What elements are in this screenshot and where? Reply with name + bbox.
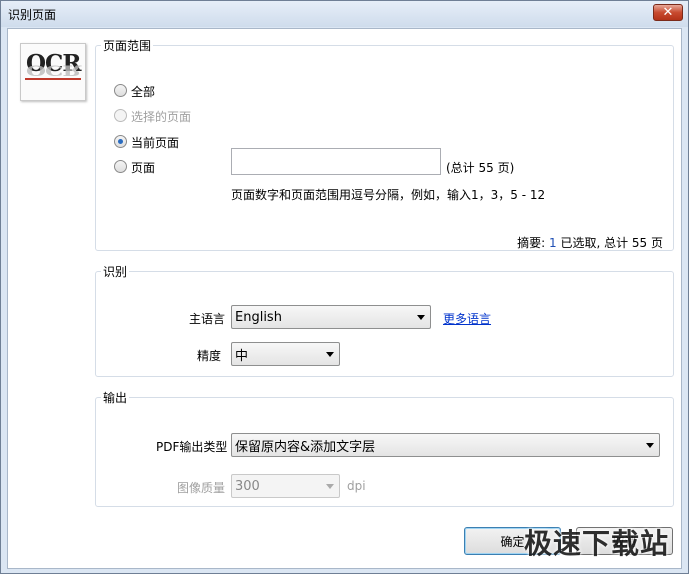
radio-pages[interactable]: [114, 160, 127, 173]
output-group: 输出 PDF输出类型 保留原内容&添加文字层 图像质量 300 dpi: [95, 389, 674, 507]
summary-rest: 已选取, 总计 55 页: [560, 236, 663, 250]
radio-pages-label[interactable]: 页面: [131, 159, 155, 176]
radio-all-label[interactable]: 全部: [131, 83, 155, 100]
precision-select[interactable]: 中: [231, 342, 340, 366]
precision-select-value: 中: [235, 348, 249, 364]
ok-button-label: 确定: [500, 534, 525, 549]
radio-selected-pages-label[interactable]: 选择的页面: [131, 108, 191, 125]
radio-all[interactable]: [114, 84, 127, 97]
ocr-logo-scanline: [25, 78, 81, 80]
image-quality-select-value: 300: [235, 478, 260, 494]
recognition-group: 识别 主语言 English 更多语言 精度 中: [95, 263, 674, 377]
chevron-down-icon: [417, 315, 425, 320]
dialog-client-area: OCR OCR 页面范围 全部 选择的页面 当前页面 页面 (总计 55 页) …: [7, 28, 682, 569]
page-range-group: 页面范围 全部 选择的页面 当前页面 页面 (总计 55 页) 页面数字和页面范…: [95, 37, 674, 251]
chevron-down-icon: [326, 352, 334, 357]
chevron-down-icon: [326, 484, 334, 489]
language-select[interactable]: English: [231, 305, 431, 329]
window-title: 识别页面: [8, 8, 57, 22]
pages-input[interactable]: [231, 148, 441, 175]
more-languages-link[interactable]: 更多语言: [443, 310, 491, 327]
image-quality-select[interactable]: 300: [231, 474, 340, 498]
summary-count: 1: [549, 236, 557, 250]
pdf-type-label: PDF输出类型: [156, 440, 228, 454]
image-quality-label: 图像质量: [177, 481, 226, 495]
page-range-legend: 页面范围: [103, 39, 152, 53]
language-select-value: English: [235, 309, 282, 325]
summary-text: 摘要: 1 已选取, 总计 55 页: [517, 234, 663, 251]
radio-current-page-label[interactable]: 当前页面: [131, 134, 179, 151]
pdf-type-select[interactable]: 保留原内容&添加文字层: [231, 433, 660, 457]
total-pages-text: (总计 55 页): [446, 161, 515, 175]
dialog-window: 识别页面 ✕ OCR OCR 页面范围 全部 选择的页面 当前页面 页面 (总计…: [0, 0, 689, 574]
summary-label: 摘要:: [517, 236, 546, 250]
ocr-logo-reflection: OCR: [26, 61, 81, 78]
title-bar[interactable]: 识别页面 ✕: [1, 1, 688, 27]
output-legend: 输出: [103, 391, 128, 405]
chevron-down-icon: [646, 443, 654, 448]
radio-current-page[interactable]: [114, 135, 127, 148]
page-range-hint: 页面数字和页面范围用逗号分隔，例如，输入1，3，5 - 12: [231, 188, 546, 202]
close-icon: ✕: [662, 5, 674, 20]
ocr-logo: OCR OCR: [20, 43, 86, 101]
close-button[interactable]: ✕: [653, 4, 683, 21]
dpi-unit: dpi: [347, 479, 366, 493]
radio-selected-pages[interactable]: [114, 109, 127, 122]
pdf-type-select-value: 保留原内容&添加文字层: [235, 439, 376, 455]
watermark: 极速下载站: [523, 527, 669, 560]
precision-label: 精度: [197, 349, 222, 363]
language-label: 主语言: [189, 312, 226, 326]
recognition-legend: 识别: [103, 265, 128, 279]
